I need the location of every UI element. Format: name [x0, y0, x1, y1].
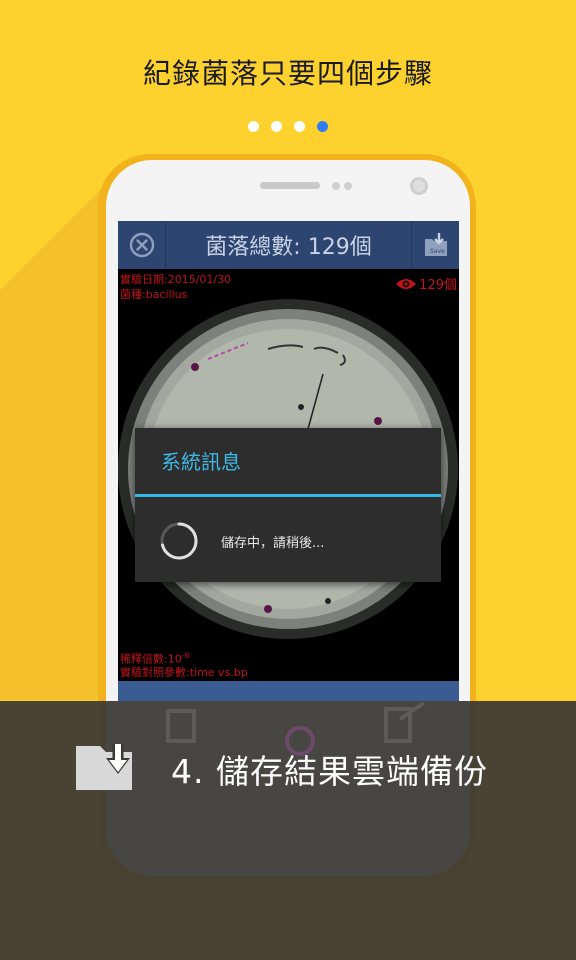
- step-caption-band: 4. 儲存結果雲端備份: [0, 701, 576, 960]
- visible-colony-count[interactable]: 129個: [395, 274, 457, 293]
- faded-app-buttons: [166, 701, 426, 756]
- colony-total-title: 菌落總數: 129個: [205, 235, 372, 260]
- strain-label: 菌種:bacillus: [120, 288, 188, 301]
- step-caption: 4. 儲存結果雲端備份: [171, 752, 488, 791]
- page-dot-3[interactable]: [294, 121, 305, 132]
- app-bottom-bar: [118, 681, 459, 701]
- spinner-icon: [160, 522, 198, 560]
- page-dot-2[interactable]: [271, 121, 282, 132]
- page-dot-4-active[interactable]: [317, 121, 328, 132]
- experiment-date: 實驗日期:2015/01/30: [120, 273, 232, 286]
- download-folder-icon: [76, 744, 132, 790]
- dialog-divider: [135, 494, 441, 497]
- visible-count-text: 129個: [419, 278, 457, 293]
- phone-sensor: [344, 182, 352, 190]
- page-headline: 紀錄菌落只要四個步驟: [142, 57, 433, 90]
- phone-speaker: [260, 182, 320, 189]
- save-button[interactable]: Save: [411, 221, 459, 269]
- page-indicator: [0, 121, 576, 132]
- save-icon: Save: [424, 233, 447, 256]
- save-icon-label: Save: [430, 248, 445, 255]
- page-dot-1[interactable]: [248, 121, 259, 132]
- dialog-title: 系統訊息: [161, 450, 241, 474]
- system-message-dialog: 系統訊息 儲存中，請稍後...: [135, 428, 441, 582]
- dilution-exponent: -6: [181, 651, 190, 660]
- eye-icon: [396, 278, 417, 289]
- phone-sensor: [332, 182, 340, 190]
- dialog-message: 儲存中，請稍後...: [221, 536, 325, 551]
- app-toolbar: 菌落總數: 129個 Save: [118, 221, 459, 269]
- phone-camera: [410, 177, 428, 195]
- dilution-factor: 稀釋倍數:10-6: [120, 648, 190, 667]
- close-icon: [129, 232, 154, 258]
- dilution-label: 稀釋倍數:10: [120, 652, 182, 666]
- close-button[interactable]: [118, 221, 166, 269]
- control-parameters: 實驗對照參數:time vs.bp: [120, 666, 248, 679]
